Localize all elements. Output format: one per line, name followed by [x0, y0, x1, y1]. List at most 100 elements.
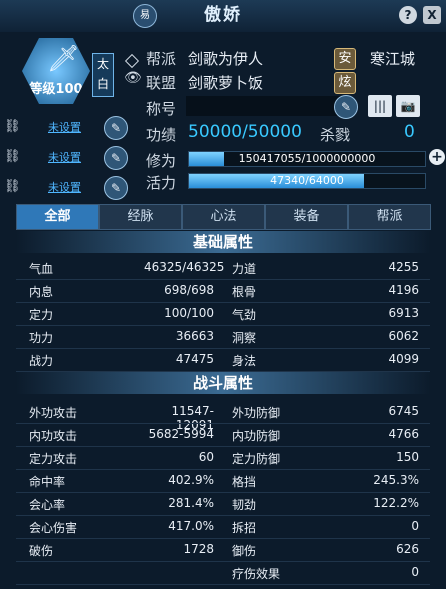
stat-left-0-value: 46325/46325: [144, 260, 225, 274]
stat-left-1-label: 内息: [29, 285, 54, 299]
stat-right-0-label: 力道: [232, 262, 257, 276]
stat-right-0-value: 4255: [388, 260, 419, 274]
tab-guild[interactable]: 帮派: [348, 204, 431, 230]
tab-equipment[interactable]: 装备: [265, 204, 348, 230]
stat-left-2-label: 定力攻击: [29, 452, 78, 466]
stat-left-1-label: 内功攻击: [29, 429, 78, 443]
stat-right-2-value: 150: [396, 450, 419, 464]
vitality-label: 活力: [146, 174, 177, 192]
row-separator: [16, 561, 430, 562]
row-separator: [16, 584, 430, 585]
photo-icon[interactable]: 📷: [396, 95, 420, 117]
stat-left-4-value: 47475: [175, 352, 214, 366]
guild-badge-icon[interactable]: 安: [334, 48, 356, 70]
row-separator: [16, 492, 430, 493]
stat-right-2-label: 气劲: [232, 308, 257, 322]
stat-left-6-value: 1728: [183, 542, 214, 556]
close-button[interactable]: X: [423, 6, 441, 24]
stat-right-1-value: 4196: [388, 283, 419, 297]
stat-left-1-value: 5682-5994: [148, 427, 214, 441]
guild-label: 帮派: [146, 50, 177, 68]
add-cultivation-button[interactable]: +: [429, 149, 445, 165]
stat-right-1-label: 内功防御: [232, 429, 281, 443]
stat-right-4-value: 122.2%: [373, 496, 419, 510]
barcode-icon[interactable]: |||: [368, 95, 392, 117]
row-separator: [16, 348, 430, 349]
tab-all[interactable]: 全部: [16, 204, 99, 230]
stat-left-0-label: 外功攻击: [29, 406, 78, 420]
row-separator: [16, 325, 430, 326]
stat-right-3-label: 格挡: [232, 475, 257, 489]
stat-right-7-label: 疗伤效果: [232, 567, 281, 581]
stat-left-0-label: 气血: [29, 262, 54, 276]
tab-meridian[interactable]: 经脉: [99, 204, 182, 230]
slot-2-label: 未设置: [48, 151, 81, 164]
alliance-label: 联盟: [146, 74, 177, 92]
slot-3[interactable]: ⛓ 未设置 ✎: [0, 175, 130, 200]
brush-icon[interactable]: ✎: [104, 146, 128, 170]
stat-right-7-value: 0: [411, 565, 419, 579]
stat-left-5-value: 417.0%: [168, 519, 214, 533]
stat-right-0-value: 6745: [388, 404, 419, 418]
stat-left-2-label: 定力: [29, 308, 54, 322]
slot-1[interactable]: ⛓ 未设置 ✎: [0, 115, 130, 140]
stat-left-5-label: 会心伤害: [29, 521, 78, 535]
eye-icon: 👁: [124, 70, 142, 86]
cultivation-value: 150417055/1000000000: [238, 152, 376, 165]
row-separator: [16, 279, 430, 280]
basic-attributes-title: 基础属性: [16, 231, 430, 253]
stat-right-3-label: 洞察: [232, 331, 257, 345]
stat-right-3-value: 6062: [388, 329, 419, 343]
row-separator: [16, 538, 430, 539]
stat-right-5-value: 0: [411, 519, 419, 533]
stat-left-3-label: 命中率: [29, 475, 66, 489]
stat-left-1-value: 698/698: [164, 283, 214, 297]
alliance-badge-icon[interactable]: 炫: [334, 72, 356, 94]
stat-right-2-label: 定力防御: [232, 452, 281, 466]
alliance-name[interactable]: 剑歌萝卜饭: [188, 72, 263, 93]
stat-right-6-value: 626: [396, 542, 419, 556]
stat-left-3-value: 402.9%: [168, 473, 214, 487]
merit-label: 功绩: [146, 126, 177, 144]
cultivation-label: 修为: [146, 152, 177, 170]
row-separator: [16, 423, 430, 424]
stat-left-4-value: 281.4%: [168, 496, 214, 510]
title-label: 称号: [146, 100, 177, 118]
stat-right-2-value: 6913: [388, 306, 419, 320]
stat-left-2-value: 60: [198, 450, 214, 464]
stat-right-1-value: 4766: [388, 427, 419, 441]
connector-icon: ⛓: [4, 179, 21, 194]
stat-left-4-label: 会心率: [29, 498, 66, 512]
connector-icon: ⛓: [4, 119, 21, 134]
brush-icon[interactable]: ✎: [104, 176, 128, 200]
stat-left-3-value: 36663: [175, 329, 214, 343]
stat-right-4-label: 韧劲: [232, 498, 257, 512]
guild-name[interactable]: 剑歌为伊人: [188, 48, 263, 69]
title-edit-button[interactable]: ✎: [334, 94, 360, 119]
help-button[interactable]: ?: [399, 6, 417, 24]
stat-right-5-label: 拆招: [232, 521, 257, 535]
brush-icon[interactable]: ✎: [104, 116, 128, 140]
battle-attributes-title: 战斗属性: [16, 372, 430, 394]
character-name: 傲娇: [204, 5, 242, 25]
sword-icon: 🗡: [47, 44, 81, 74]
stat-left-6-label: 破伤: [29, 544, 54, 558]
tab-skill[interactable]: 心法: [182, 204, 265, 230]
merit-value: 50000/50000: [188, 122, 302, 142]
stat-left-2-value: 100/100: [164, 306, 214, 320]
stat-right-4-value: 4099: [388, 352, 419, 366]
row-separator: [16, 515, 430, 516]
stat-right-0-label: 外功防御: [232, 406, 281, 420]
stat-right-4-label: 身法: [232, 354, 257, 368]
title-field[interactable]: [186, 96, 342, 116]
kill-label: 杀戮: [320, 126, 351, 144]
stat-left-3-label: 功力: [29, 331, 54, 345]
slot-1-label: 未设置: [48, 121, 81, 134]
row-separator: [16, 469, 430, 470]
guild-server: 寒江城: [370, 50, 416, 68]
vitality-value: 47340/64000: [270, 174, 344, 187]
school-badge: 太白: [92, 53, 114, 97]
slot-2[interactable]: ⛓ 未设置 ✎: [0, 145, 130, 170]
cultivation-bar: 150417055/1000000000: [188, 151, 426, 167]
stat-right-1-label: 根骨: [232, 285, 257, 299]
